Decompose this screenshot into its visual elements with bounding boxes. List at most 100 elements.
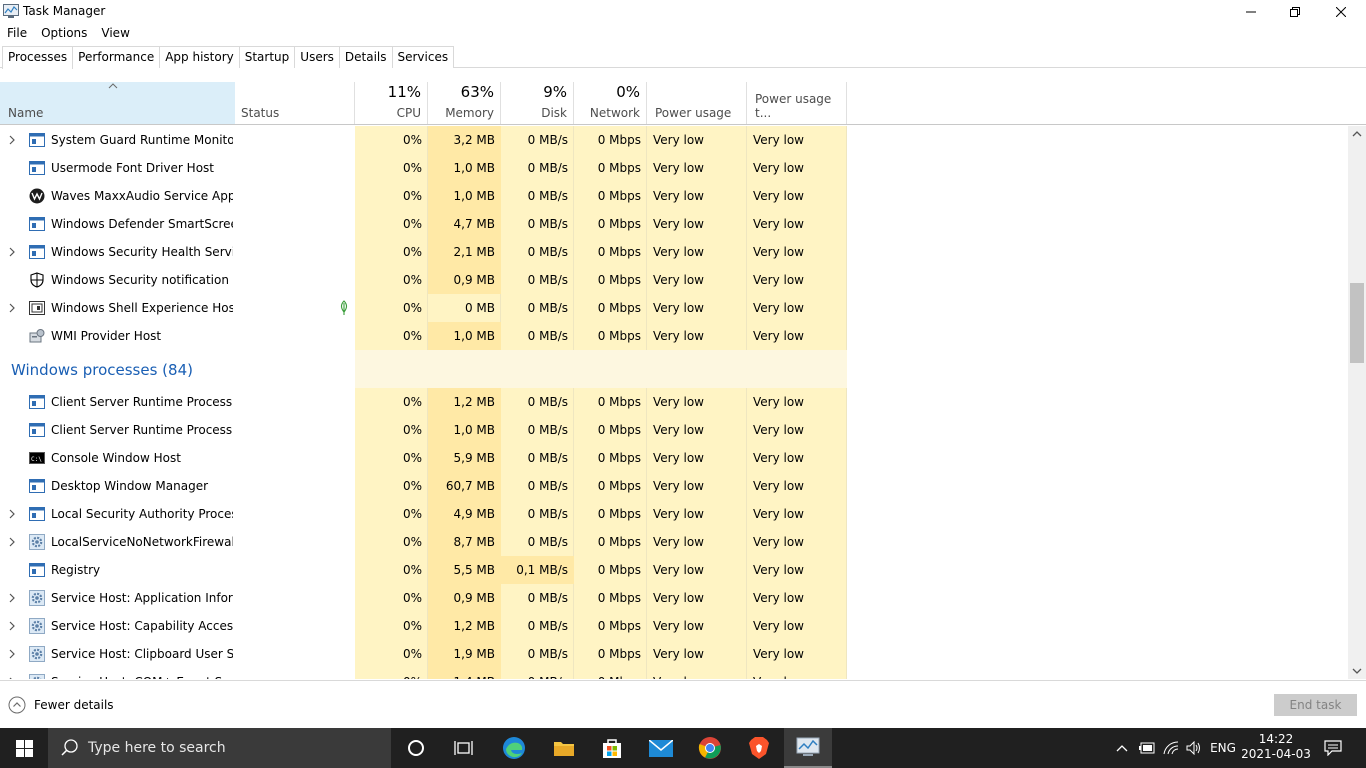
task-manager-app[interactable] xyxy=(784,728,832,768)
column-name[interactable]: Name xyxy=(0,82,235,124)
table-row[interactable]: Registry 0% 5,5 MB 0,1 MB/s 0 Mbps Very low Ve… xyxy=(0,556,846,584)
process-name: Waves MaxxAudio Service Appli... xyxy=(51,189,233,203)
cpu-cell: 0% xyxy=(402,217,422,231)
chevron-right-icon[interactable] xyxy=(8,621,16,631)
tab-users[interactable]: Users xyxy=(294,46,340,68)
file-explorer-app[interactable] xyxy=(540,728,588,768)
table-row[interactable]: System Guard Runtime Monitor... 0% 3,2 MB 0… xyxy=(0,126,846,154)
title-bar[interactable]: Task Manager xyxy=(0,0,1366,23)
table-row[interactable]: Windows Security notification i... 0% 0,9 … xyxy=(0,266,846,294)
chevron-right-icon[interactable] xyxy=(8,593,16,603)
table-row[interactable]: Windows Security Health Service 0% 2,1 MB 0… xyxy=(0,238,846,266)
menu-view[interactable]: View xyxy=(94,23,136,43)
process-name: Registry xyxy=(51,563,101,577)
chevron-right-icon[interactable] xyxy=(8,677,16,679)
group-header[interactable]: Windows processes (84) xyxy=(0,350,847,388)
table-row[interactable]: Client Server Runtime Process 0% 1,2 MB 0 M… xyxy=(0,388,846,416)
chrome-app[interactable] xyxy=(686,728,734,768)
network-cell: 0 Mbps xyxy=(597,619,641,633)
cortana-button[interactable] xyxy=(392,728,440,768)
network-cell: 0 Mbps xyxy=(597,479,641,493)
table-row[interactable]: Service Host: Clipboard User Ser... 0% 1,9… xyxy=(0,640,846,668)
minimize-button[interactable] xyxy=(1228,0,1274,23)
restore-button[interactable] xyxy=(1272,0,1318,23)
table-row[interactable]: Service Host: Capability Access ... 0% 1,2… xyxy=(0,612,846,640)
table-row[interactable]: Desktop Window Manager 0% 60,7 MB 0 MB/s 0 M… xyxy=(0,472,846,500)
column-status-label: Status xyxy=(241,106,280,120)
table-row[interactable]: Waves MaxxAudio Service Appli... 0% 1,0 MB… xyxy=(0,182,846,210)
tab-processes[interactable]: Processes xyxy=(2,46,74,69)
volume-button[interactable] xyxy=(1183,728,1205,768)
process-name: Console Window Host xyxy=(51,451,181,465)
table-row[interactable]: Windows Shell Experience Host 0% 0 MB 0 MB/… xyxy=(0,294,846,322)
cpu-cell: 0% xyxy=(402,301,422,315)
tab-details[interactable]: Details xyxy=(338,46,393,68)
table-row[interactable]: WMI Provider Host 0% 1,0 MB 0 MB/s 0 Mbps Ver… xyxy=(0,322,846,350)
table-row[interactable]: Usermode Font Driver Host 0% 1,0 MB 0 MB/s 0… xyxy=(0,154,846,182)
network-cell: 0 Mbps xyxy=(597,535,641,549)
column-cpu[interactable]: 11% CPU xyxy=(355,82,428,124)
menu-file[interactable]: File xyxy=(0,23,34,43)
task-manager-window: Task Manager File Options View Processes… xyxy=(0,0,1366,728)
clock[interactable]: 14:22 2021-04-03 xyxy=(1238,732,1314,762)
brave-app[interactable] xyxy=(735,728,783,768)
column-power-usage-label: Power usage xyxy=(655,106,732,120)
table-row[interactable]: Local Security Authority Process... 0% 4,9… xyxy=(0,500,846,528)
memory-cell: 1,4 MB xyxy=(428,668,501,679)
table-row[interactable]: LocalServiceNoNetworkFirewall ... 0% 8,7 M… xyxy=(0,528,846,556)
close-button[interactable] xyxy=(1318,0,1364,23)
process-name: Client Server Runtime Process xyxy=(51,395,233,409)
task-view-button[interactable] xyxy=(440,728,488,768)
close-icon xyxy=(1336,6,1346,17)
battery-button[interactable] xyxy=(1136,728,1158,768)
column-disk[interactable]: 9% Disk xyxy=(501,82,574,124)
column-network[interactable]: 0% Network xyxy=(574,82,647,124)
table-row[interactable]: Client Server Runtime Process 0% 1,0 MB 0 M… xyxy=(0,416,846,444)
scroll-up-icon[interactable] xyxy=(1352,130,1362,138)
table-row[interactable]: Service Host: Application Infor... 0% 0,9 … xyxy=(0,584,846,612)
network-button[interactable] xyxy=(1160,728,1182,768)
table-row[interactable]: Windows Defender SmartScreen 0% 4,7 MB 0 MB… xyxy=(0,210,846,238)
column-power-usage-trend[interactable]: Power usage t... xyxy=(747,82,847,124)
power-usage-cell: Very low xyxy=(653,189,704,203)
chevron-right-icon[interactable] xyxy=(8,135,16,145)
tab-startup[interactable]: Startup xyxy=(238,46,296,68)
scrollbar-thumb[interactable] xyxy=(1350,283,1364,363)
memory-cell: 2,1 MB xyxy=(428,238,501,266)
start-button[interactable] xyxy=(0,728,48,768)
clock-date: 2021-04-03 xyxy=(1241,747,1311,761)
chevron-right-icon[interactable] xyxy=(8,247,16,257)
memory-cell: 1,2 MB xyxy=(428,612,501,640)
tab-services[interactable]: Services xyxy=(391,46,455,68)
chevron-right-icon[interactable] xyxy=(8,303,16,313)
tab-performance[interactable]: Performance xyxy=(72,46,161,68)
waves-icon xyxy=(29,188,45,204)
chevron-right-icon[interactable] xyxy=(8,537,16,547)
power-usage-cell: Very low xyxy=(653,479,704,493)
column-status[interactable]: Status xyxy=(235,82,355,124)
column-memory[interactable]: 63% Memory xyxy=(428,82,501,124)
taskbar-search-box[interactable]: Type here to search xyxy=(48,728,391,768)
chevron-right-icon[interactable] xyxy=(8,509,16,519)
disk-cell: 0 MB/s xyxy=(527,301,568,315)
action-center-button[interactable] xyxy=(1320,728,1346,768)
tab-app-history[interactable]: App history xyxy=(159,46,240,68)
disk-cell: 0 MB/s xyxy=(527,133,568,147)
column-power-usage[interactable]: Power usage xyxy=(647,82,747,124)
cpu-cell: 0% xyxy=(402,563,422,577)
input-language-button[interactable]: ENG xyxy=(1206,728,1240,768)
chevron-right-icon[interactable] xyxy=(8,649,16,659)
edge-app[interactable] xyxy=(490,728,538,768)
show-hidden-icons-button[interactable] xyxy=(1112,728,1132,768)
fewer-details-button[interactable]: Fewer details xyxy=(8,696,114,714)
table-row[interactable]: Service Host: COM+ Event Syst... 0%1,4 MB… xyxy=(0,668,846,679)
store-app[interactable] xyxy=(588,728,636,768)
menu-options[interactable]: Options xyxy=(34,23,94,43)
mail-app[interactable] xyxy=(637,728,685,768)
vertical-scrollbar[interactable] xyxy=(1348,126,1366,679)
scroll-down-icon[interactable] xyxy=(1352,667,1362,675)
cpu-cell: 0% xyxy=(402,329,422,343)
table-header: Name Status 11% CPU 63% Memory 9% Disk 0… xyxy=(0,82,1366,125)
table-row[interactable]: C:\ Console Window Host 0% 5,9 MB 0 MB/s 0 Mb… xyxy=(0,444,846,472)
end-task-button[interactable]: End task xyxy=(1274,694,1357,716)
